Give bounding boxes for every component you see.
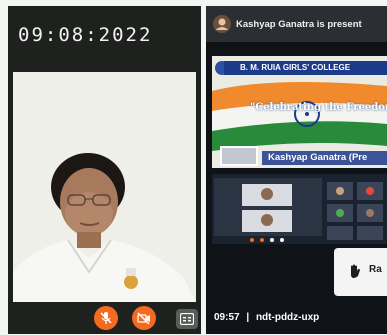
right-phone-screen: Kashyap Ganatra is present B. M. RUIA GI… xyxy=(206,6,387,334)
call-controls xyxy=(8,304,201,334)
shared-slide: B. M. RUIA GIRLS' COLLEGE "Celebrating t… xyxy=(212,56,387,168)
participant-gallery xyxy=(212,174,387,244)
raise-hand-popup[interactable]: Ra xyxy=(334,248,387,296)
presenter-name-tag: Kashyap Ganatra (Pre xyxy=(268,152,368,163)
meeting-code: ndt-pddz-uxp xyxy=(255,312,320,323)
presentation-banner: Kashyap Ganatra is present xyxy=(206,6,387,42)
date-overlay: 09:08:2022 xyxy=(18,24,153,46)
college-name: B. M. RUIA GIRLS' COLLEGE xyxy=(224,61,387,75)
gallery-tiles xyxy=(212,174,387,244)
avatar xyxy=(213,15,231,33)
mic-off-icon xyxy=(100,312,112,324)
mute-mic-button[interactable] xyxy=(94,306,118,330)
meeting-separator: | xyxy=(246,312,250,323)
banner-text: Kashyap Ganatra is present xyxy=(236,18,362,30)
captions-button[interactable] xyxy=(176,309,198,329)
camera-off-icon xyxy=(137,312,150,325)
slide-heading: "Celebrating the Freedom xyxy=(250,102,387,113)
captions-icon xyxy=(180,313,194,325)
raise-hand-label: Ra xyxy=(369,264,382,275)
participant-video xyxy=(13,72,196,302)
raise-hand-icon xyxy=(351,264,360,278)
meeting-info: 09:57 | ndt-pddz-uxp xyxy=(214,312,319,323)
participant-image xyxy=(13,72,196,302)
meeting-time: 09:57 xyxy=(214,312,240,323)
left-phone-screen: 09:08:2022 xyxy=(8,6,201,334)
camera-off-button[interactable] xyxy=(132,306,156,330)
